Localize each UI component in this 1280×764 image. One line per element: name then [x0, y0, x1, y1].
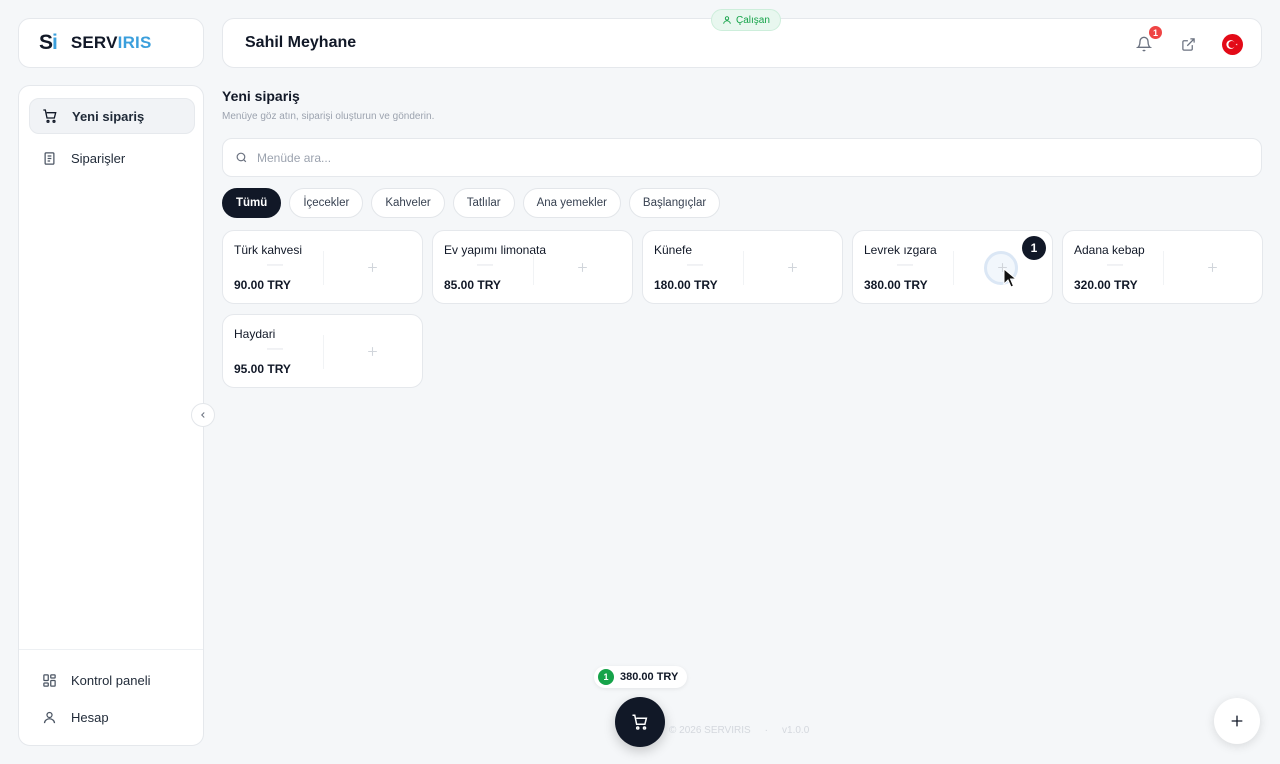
increase-button[interactable] [1205, 260, 1219, 274]
sidebar-item-label: Yeni sipariş [72, 108, 145, 124]
product-card[interactable]: Haydari — 95.00 TRY [222, 314, 423, 388]
notification-count-badge: 1 [1148, 25, 1163, 40]
dashboard-icon [41, 672, 57, 688]
plus-icon [1207, 262, 1217, 272]
footer-copyright: © 2026 SERVIRIS [669, 725, 751, 736]
search-icon [236, 152, 247, 163]
product-name: Adana kebap [1074, 243, 1145, 257]
category-chip-all[interactable]: Tümü [222, 188, 282, 218]
product-name: Türk kahvesi [234, 243, 303, 257]
menu-search [222, 138, 1262, 177]
sidebar-divider [19, 649, 203, 650]
divider [323, 251, 324, 285]
cart-summary[interactable]: 1 380.00 TRY [594, 666, 688, 688]
sidebar-collapse-button[interactable] [191, 403, 215, 427]
decrease-button[interactable]: — [687, 257, 703, 273]
increase-button[interactable] [365, 344, 379, 358]
page-subtitle: Menüye göz atın, siparişi oluşturun ve g… [222, 111, 435, 122]
sidebar-item-label: Kontrol paneli [71, 672, 151, 688]
category-filters: Tümü İçecekler Kahveler Tatlılar Ana yem… [222, 188, 721, 218]
plus-icon [577, 262, 587, 272]
divider [1163, 251, 1164, 285]
notifications-button[interactable]: 1 [1133, 25, 1163, 55]
plus-icon [367, 262, 377, 272]
decrease-button[interactable]: — [477, 257, 493, 273]
divider [323, 335, 324, 369]
footer-separator: · [764, 725, 769, 736]
cart-total-label: 380.00 TRY [620, 671, 679, 683]
cart-plus-icon [42, 108, 58, 124]
open-external-button[interactable] [1177, 33, 1199, 55]
divider [533, 251, 534, 285]
product-price: 95.00 TRY [234, 362, 291, 376]
sidebar-item-label: Siparişler [71, 150, 126, 166]
cart-button[interactable] [615, 697, 665, 747]
sidebar-item-new-order[interactable]: Yeni sipariş [29, 98, 195, 134]
header-actions: 1 [1133, 19, 1243, 69]
sidebar-item-dashboard[interactable]: Kontrol paneli [29, 662, 195, 698]
product-card[interactable]: Adana kebap — 320.00 TRY [1062, 230, 1263, 304]
product-price: 320.00 TRY [1074, 278, 1138, 292]
brand-wordmark: SERVIRIS [70, 33, 152, 52]
user-icon [41, 709, 57, 725]
cart-count-badge: 1 [598, 669, 614, 685]
product-name: Künefe [654, 243, 693, 257]
product-price: 380.00 TRY [864, 278, 928, 292]
category-chip-coffees[interactable]: Kahveler [371, 188, 445, 218]
role-label: Çalışan [736, 14, 770, 26]
brand-mark: Si [39, 31, 58, 54]
category-chip-drinks[interactable]: İçecekler [289, 188, 364, 218]
divider [953, 251, 954, 285]
product-price: 85.00 TRY [444, 278, 501, 292]
footer-version: v1.0.0 [782, 725, 810, 736]
increase-button[interactable] [365, 260, 379, 274]
plus-icon [367, 346, 377, 356]
brand-logo[interactable]: Si SERVIRIS [18, 18, 204, 68]
sidebar-item-account[interactable]: Hesap [29, 699, 195, 735]
product-card[interactable]: Ev yapımı limonata — 85.00 TRY [432, 230, 633, 304]
decrease-button[interactable]: — [267, 341, 283, 357]
quantity-badge: 1 [1022, 236, 1046, 260]
product-name: Ev yapımı limonata [444, 243, 547, 257]
top-header: Sahil Meyhane Çalışan 1 [222, 9, 1262, 69]
turkey-flag-icon [1221, 33, 1243, 55]
divider [743, 251, 744, 285]
product-price: 180.00 TRY [654, 278, 718, 292]
mouse-cursor-icon [1003, 268, 1017, 288]
decrease-button[interactable]: — [897, 257, 913, 273]
sidebar: Yeni sipariş Siparişler Kontrol paneli H… [18, 85, 204, 746]
sidebar-item-orders[interactable]: Siparişler [29, 140, 195, 176]
product-name: Haydari [234, 327, 276, 341]
footer: © 2026 SERVIRIS · v1.0.0 [669, 725, 809, 736]
product-card[interactable]: Künefe — 180.00 TRY [642, 230, 843, 304]
product-name: Levrek ızgara [864, 243, 937, 257]
decrease-button[interactable]: — [1107, 257, 1123, 273]
quick-add-button[interactable] [1214, 698, 1260, 744]
category-chip-main-dishes[interactable]: Ana yemekler [522, 188, 621, 218]
role-badge: Çalışan [711, 9, 781, 31]
plus-icon [787, 262, 797, 272]
product-card[interactable]: Türk kahvesi — 90.00 TRY [222, 230, 423, 304]
user-icon [723, 16, 731, 24]
bell-icon [1136, 36, 1152, 52]
decrease-button[interactable]: — [267, 257, 283, 273]
external-link-icon [1181, 37, 1195, 51]
cart-icon [632, 714, 648, 730]
category-chip-starters[interactable]: Başlangıçlar [628, 188, 721, 218]
product-card[interactable]: Levrek ızgara — 380.00 TRY 1 [852, 230, 1053, 304]
page-title: Yeni sipariş [222, 88, 300, 104]
receipt-icon [41, 150, 57, 166]
category-chip-desserts[interactable]: Tatlılar [452, 188, 515, 218]
increase-button[interactable] [785, 260, 799, 274]
language-button[interactable] [1221, 33, 1243, 55]
product-price: 90.00 TRY [234, 278, 291, 292]
restaurant-title: Sahil Meyhane [245, 34, 357, 51]
search-input[interactable] [257, 150, 1157, 165]
sidebar-item-label: Hesap [71, 709, 109, 725]
increase-button[interactable] [575, 260, 589, 274]
plus-icon [1231, 715, 1243, 727]
chevron-left-icon [201, 412, 205, 418]
